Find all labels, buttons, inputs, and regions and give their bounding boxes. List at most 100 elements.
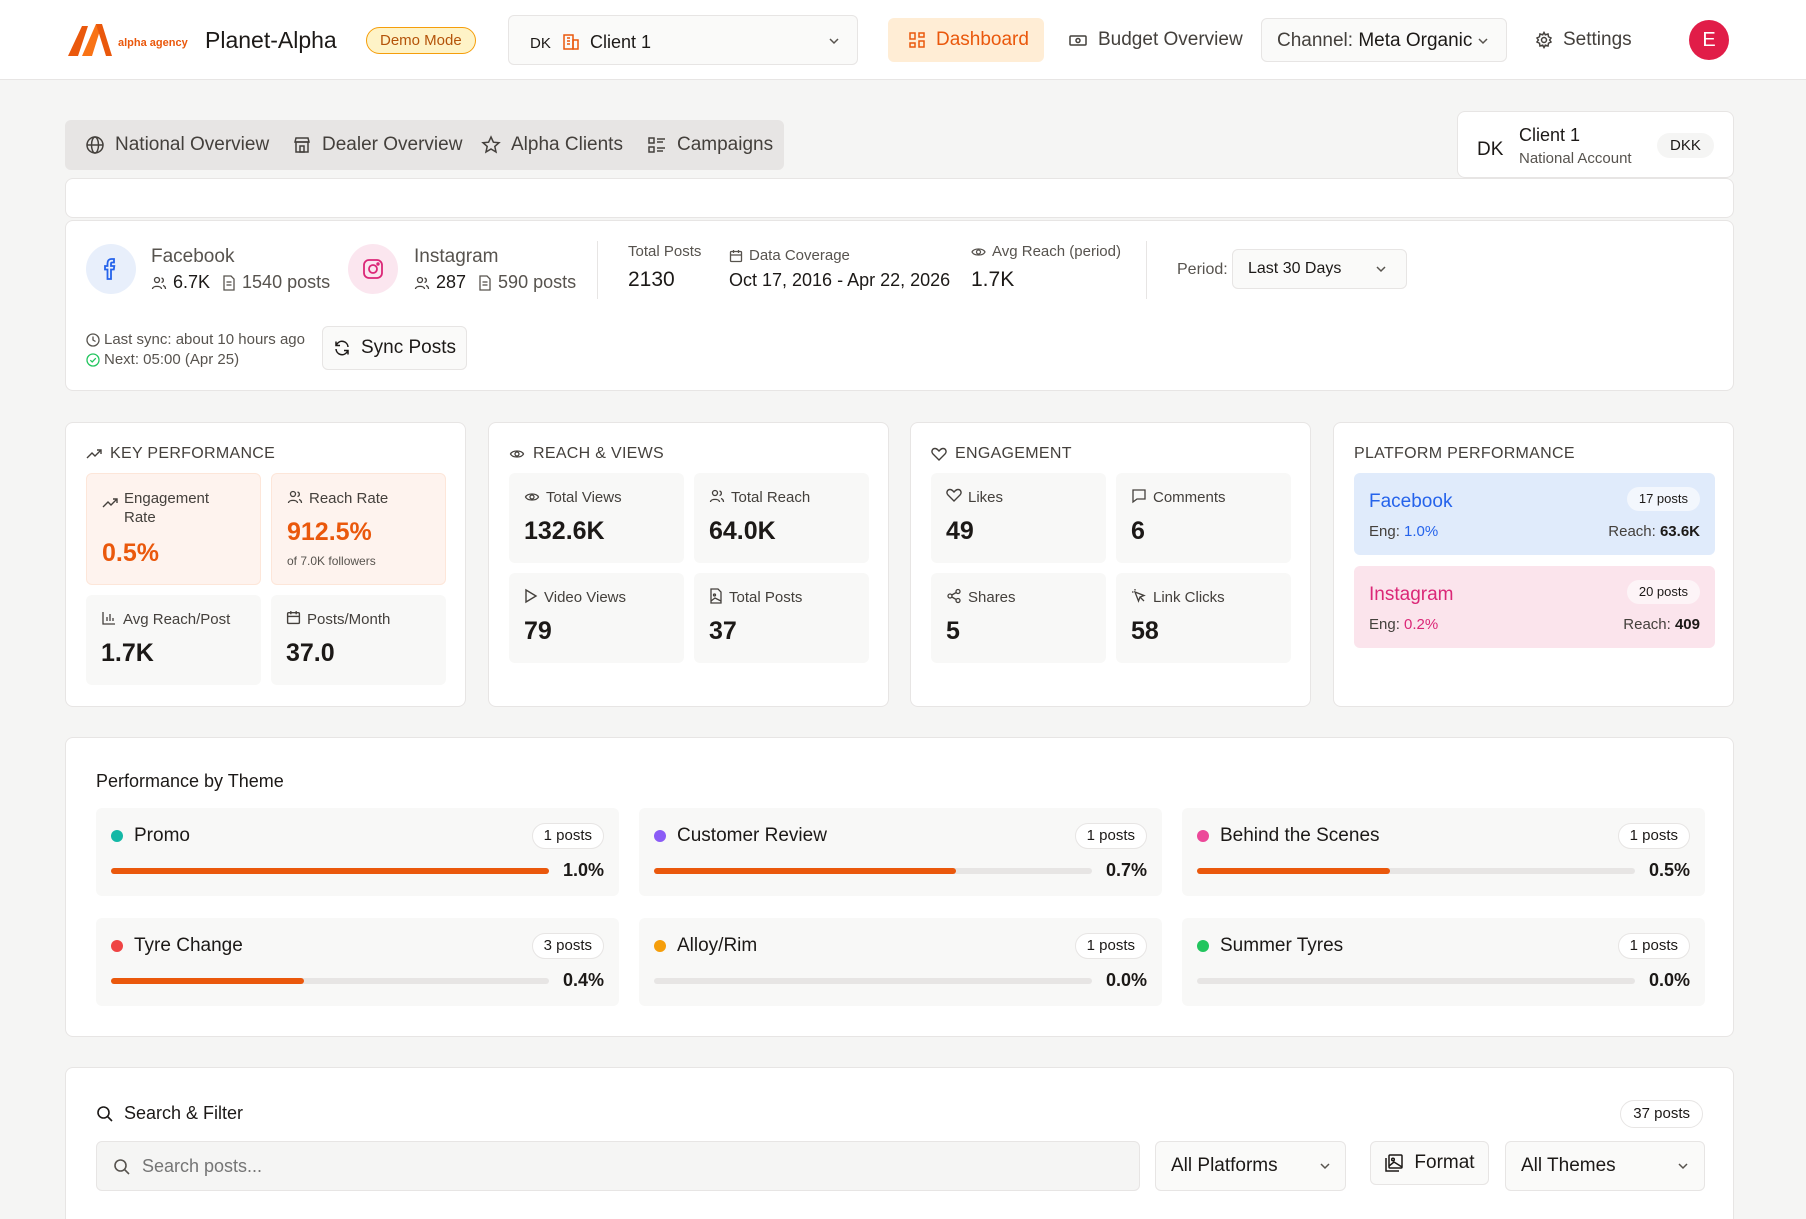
top-bar: alpha agency Planet-Alpha Demo Mode DK C…	[0, 0, 1806, 80]
divider	[597, 241, 598, 299]
calendar-icon	[286, 611, 301, 625]
eng-label: Eng:	[1369, 523, 1400, 540]
tab-national-overview[interactable]: National Overview	[85, 120, 269, 170]
users-icon	[709, 489, 725, 503]
platform-posts-badge: 17 posts	[1626, 487, 1700, 511]
total-posts-value: 37	[709, 617, 737, 645]
theme-progress-fill	[654, 868, 957, 874]
trending-up-icon	[86, 449, 102, 459]
logo-text: alpha agency	[118, 37, 188, 49]
theme-name: Tyre Change	[134, 935, 243, 956]
building-icon	[563, 34, 579, 50]
tab-label: Alpha Clients	[511, 134, 623, 155]
theme-name: Summer Tyres	[1220, 935, 1344, 956]
theme-engagement-pct: 0.0%	[1648, 970, 1690, 990]
total-views-label-wrap: Total Views	[524, 488, 622, 507]
reach-value: 63.6K	[1659, 523, 1700, 540]
theme-name: Customer Review	[677, 825, 827, 846]
eng-label: Eng:	[1369, 616, 1400, 633]
eye-icon	[971, 247, 986, 256]
chevron-down-icon	[1320, 1163, 1330, 1170]
list-icon	[648, 137, 665, 153]
channel-select[interactable]: Channel: Meta Organic	[1261, 18, 1507, 62]
video-views-label-wrap: Video Views	[524, 588, 626, 607]
search-posts-input[interactable]	[96, 1141, 1140, 1191]
coverage-label-wrap: Data Coverage	[729, 247, 850, 264]
nav-settings[interactable]: Settings	[1535, 18, 1632, 62]
period-label: Period:	[1177, 261, 1228, 278]
search-filter-title-wrap: Search & Filter	[96, 1103, 243, 1124]
format-filter-label: Format	[1414, 1152, 1475, 1173]
comments-tile: Comments 6	[1116, 473, 1291, 563]
total-reach-label: Total Reach	[731, 489, 811, 506]
reach-rate-label-wrap: Reach Rate	[287, 489, 388, 508]
nav-budget-label: Budget Overview	[1098, 29, 1243, 50]
theme-engagement-pct: 0.4%	[562, 970, 604, 990]
theme-posts-badge: 1 posts	[1617, 823, 1690, 849]
sync-posts-button[interactable]: Sync Posts	[322, 326, 467, 370]
tab-dealer-overview[interactable]: Dealer Overview	[292, 120, 462, 170]
total-views-tile: Total Views 132.6K	[509, 473, 684, 563]
engagement-rate-tile: Engagement Rate 0.5%	[86, 473, 261, 585]
currency-badge: DKK	[1657, 133, 1714, 158]
theme-filter-select[interactable]: All Themes	[1505, 1141, 1705, 1191]
demo-mode-badge[interactable]: Demo Mode	[366, 27, 476, 54]
nav-budget-overview[interactable]: Budget Overview	[1068, 18, 1243, 62]
link-clicks-label-wrap: Link Clicks	[1131, 588, 1225, 607]
theme-posts-badge: 1 posts	[531, 823, 604, 849]
users-icon	[287, 490, 303, 504]
message-icon	[1132, 489, 1146, 504]
tab-label: National Overview	[115, 134, 270, 155]
avg-reach-value: 1.7K	[971, 268, 1015, 291]
reach-views-title: REACH & VIEWS	[533, 445, 665, 462]
instagram-posts: 590 posts	[498, 272, 577, 292]
account-card: DK Client 1 National Account DKK	[1457, 111, 1734, 178]
file-icon	[223, 274, 235, 291]
user-avatar[interactable]: E	[1689, 20, 1729, 60]
instagram-stats: 287 590 posts	[414, 272, 576, 293]
period-select[interactable]: Last 30 Days	[1232, 249, 1407, 289]
theme-progress-track	[654, 978, 1092, 984]
platform-name: Instagram	[1369, 584, 1454, 605]
trending-up-icon	[102, 498, 118, 508]
star-icon	[481, 135, 501, 154]
theme-color-dot	[1197, 940, 1209, 952]
link-clicks-label: Link Clicks	[1153, 589, 1225, 606]
eye-icon	[509, 450, 525, 458]
channel-overview-card: Facebook 6.7K 1540 posts Instagram 287 5…	[65, 220, 1734, 391]
client-select[interactable]: DK Client 1	[508, 15, 858, 65]
format-filter-button[interactable]: Format	[1370, 1141, 1489, 1185]
app-title: Planet-Alpha	[205, 27, 337, 53]
reach-views-card: REACH & VIEWS Total Views 132.6K Total R…	[488, 422, 889, 707]
coverage-label: Data Coverage	[749, 247, 850, 264]
theme-progress-fill	[111, 978, 304, 984]
tab-campaigns[interactable]: Campaigns	[647, 120, 773, 170]
platform-filter-value: All Platforms	[1171, 1155, 1278, 1176]
sync-posts-label: Sync Posts	[360, 337, 457, 358]
section-tabs: National Overview Dealer Overview Alpha …	[65, 120, 784, 170]
alpha-logo-icon[interactable]	[66, 20, 116, 58]
avg-reach-post-tile: Avg Reach/Post 1.7K	[86, 595, 261, 685]
facebook-posts: 1540 posts	[242, 272, 331, 292]
bar-chart-icon	[102, 612, 115, 625]
search-filter-card: Search & Filter 37 posts All Platforms F…	[65, 1067, 1734, 1219]
clock-icon	[86, 332, 100, 347]
posts-month-value: 37.0	[286, 639, 335, 667]
tab-alpha-clients[interactable]: Alpha Clients	[481, 120, 623, 170]
users-icon	[151, 276, 167, 289]
shares-tile: Shares 5	[931, 573, 1106, 663]
platform-filter-select[interactable]: All Platforms	[1155, 1141, 1346, 1191]
theme-tile: Customer Review 1 posts 0.7%	[639, 808, 1162, 896]
total-posts-tile: Total Posts 37	[694, 573, 869, 663]
image-icon	[1385, 1154, 1404, 1172]
account-type: National Account	[1519, 150, 1632, 167]
eye-icon	[524, 493, 540, 501]
theme-engagement-pct: 0.7%	[1105, 860, 1147, 880]
channel-label: Channel:	[1277, 30, 1354, 51]
link-clicks-tile: Link Clicks 58	[1116, 573, 1291, 663]
refresh-icon	[335, 340, 349, 356]
nav-dashboard[interactable]: Dashboard	[888, 18, 1044, 62]
globe-icon	[86, 136, 104, 154]
theme-progress-track	[111, 868, 549, 874]
posts-count-badge: 37 posts	[1620, 1100, 1703, 1128]
